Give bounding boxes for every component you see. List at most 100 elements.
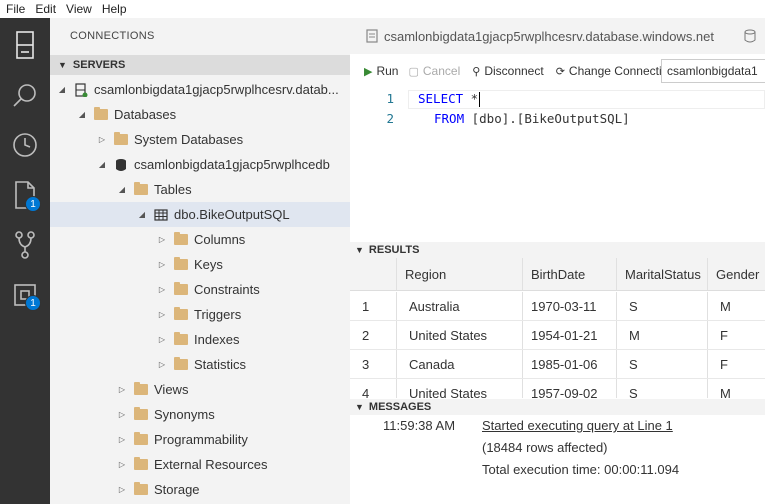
tree-item-label: Programmability [154,432,248,447]
run-label: Run [376,64,399,78]
tree-item[interactable]: ▷ Triggers [50,302,350,327]
table-row[interactable]: 3 Canada 1985-01-06 S F [350,350,765,379]
table-cell[interactable]: F [708,350,765,378]
tree-item[interactable]: ▷ Keys [50,252,350,277]
column-header[interactable]: Region [397,258,523,290]
table-cell[interactable]: 1954-01-21 [523,321,617,349]
tree-item-label: Statistics [194,357,247,372]
table-cell[interactable]: United States [397,321,523,349]
menu-view[interactable]: View [61,2,97,16]
chevron-right-icon[interactable]: ▷ [116,410,128,419]
messages-section-header[interactable]: ▼ MESSAGES [350,399,765,415]
chevron-right-icon[interactable]: ▷ [116,485,128,494]
table-cell[interactable]: 4 [350,379,397,398]
table-cell[interactable]: 1985-01-06 [523,350,617,378]
table-cell[interactable]: 1970-03-11 [523,292,617,320]
table-row[interactable]: 2 United States 1954-01-21 M F [350,321,765,350]
column-header[interactable] [350,258,397,290]
column-header[interactable]: BirthDate [523,258,617,290]
chevron-right-icon[interactable]: ▷ [156,235,168,244]
column-header[interactable]: MaritalStatus [617,258,708,290]
chevron-right-icon[interactable]: ▷ [156,260,168,269]
folder-icon [134,482,148,495]
file-icon[interactable]: 1 [0,170,50,220]
tree-item[interactable]: ◢ csamlonbigdata1gjacp5rwplhcesrv.datab..… [50,77,350,102]
chevron-right-icon[interactable]: ▷ [116,435,128,444]
tree-item[interactable]: ◢ csamlonbigdata1gjacp5rwplhcedb [50,152,350,177]
tree-item-label: Columns [194,232,246,247]
run-button[interactable]: ▶ Run [364,64,398,78]
table-cell[interactable]: United States [397,379,523,398]
cancel-label: Cancel [422,64,461,78]
tree-item[interactable]: ▷ Columns [50,227,350,252]
tree-item[interactable]: ▷ Synonyms [50,402,350,427]
server-icon[interactable] [0,20,50,70]
tree-item[interactable]: ◢ Tables [50,177,350,202]
chevron-down-icon[interactable]: ◢ [56,85,68,94]
tab-query[interactable]: csamlonbigdata1gjacp5rwplhcesrv.database… [350,18,714,54]
extensions-icon[interactable]: 1 [0,270,50,320]
table-cell[interactable]: M [617,321,708,349]
tree-item[interactable]: ▷ Storage [50,477,350,502]
database-tab-icon[interactable] [735,18,765,54]
menu-edit[interactable]: Edit [30,2,61,16]
menu-file[interactable]: File [0,2,30,16]
folder-icon [174,232,188,245]
table-cell[interactable]: 2 [350,321,397,349]
tree-item-label: External Resources [154,457,268,472]
table-row[interactable]: 1 Australia 1970-03-11 S M [350,292,765,321]
table-cell[interactable]: M [708,292,765,320]
table-cell[interactable]: M [708,379,765,399]
tree-item[interactable]: ▷ Constraints [50,277,350,302]
search-icon[interactable] [0,70,50,120]
tree-item[interactable]: ▷ Programmability [50,427,350,452]
disconnect-button[interactable]: ⚲ Disconnect [472,64,543,78]
table-cell[interactable]: S [617,350,708,378]
chevron-right-icon[interactable]: ▷ [156,360,168,369]
chevron-down-icon[interactable]: ◢ [76,110,88,119]
tree-item[interactable]: ▷ Views [50,377,350,402]
source-control-icon[interactable] [0,220,50,270]
tree-item[interactable]: ◢ Databases [50,102,350,127]
table-cell[interactable]: S [617,292,708,320]
chevron-down-icon[interactable]: ◢ [116,185,128,194]
table-cell[interactable]: 1957-09-02 [523,379,617,398]
table-cell[interactable]: 3 [350,350,397,378]
chevron-right-icon[interactable]: ▷ [116,385,128,394]
tree-item[interactable]: ▷ Indexes [50,327,350,352]
code-editor[interactable]: 1 SELECT * 2 FROM [dbo].[BikeOutputSQL] [350,84,765,237]
servers-section-header[interactable]: ▼ SERVERS [50,55,350,75]
chevron-down-icon[interactable]: ◢ [96,160,108,169]
file-icon [366,29,378,43]
chevron-right-icon[interactable]: ▷ [156,335,168,344]
chevron-down-icon[interactable]: ◢ [136,210,148,219]
query-start-link[interactable]: Started executing query at Line 1 [482,418,673,433]
chevron-right-icon[interactable]: ▷ [116,460,128,469]
refresh-icon: ⟳ [555,65,565,78]
table-cell[interactable]: F [708,321,765,349]
connection-select[interactable]: csamlonbigdata1 [661,59,765,83]
table-cell[interactable]: Canada [397,350,523,378]
history-icon[interactable] [0,120,50,170]
chevron-right-icon[interactable]: ▷ [156,310,168,319]
tree-item[interactable]: ◢ dbo.BikeOutputSQL [50,202,350,227]
tree-item[interactable]: ▷ Statistics [50,352,350,377]
results-section-header[interactable]: ▼ RESULTS [350,242,765,258]
menu-help[interactable]: Help [97,2,132,16]
tree-item[interactable]: ▷ External Resources [50,452,350,477]
tree-item[interactable]: ▷ System Databases [50,127,350,152]
table-cell[interactable]: Australia [397,292,523,320]
chevron-right-icon[interactable]: ▷ [96,135,108,144]
text-cursor [479,92,481,107]
chevron-down-icon: ▼ [355,245,364,255]
change-connection-button[interactable]: ⟳ Change Connection [556,64,675,78]
table-row[interactable]: 4 United States 1957-09-02 S M [350,379,765,398]
table-cell[interactable]: S [617,379,708,398]
rows-affected-message: (18484 rows affected) [482,440,608,455]
column-header[interactable]: Gender [708,258,765,290]
cancel-button[interactable]: ▢ Cancel [408,64,460,78]
results-grid[interactable]: Region BirthDate MaritalStatus Gender 1 Austr… [350,258,765,398]
stop-icon: ▢ [408,65,419,78]
table-cell[interactable]: 1 [350,292,397,320]
chevron-right-icon[interactable]: ▷ [156,285,168,294]
